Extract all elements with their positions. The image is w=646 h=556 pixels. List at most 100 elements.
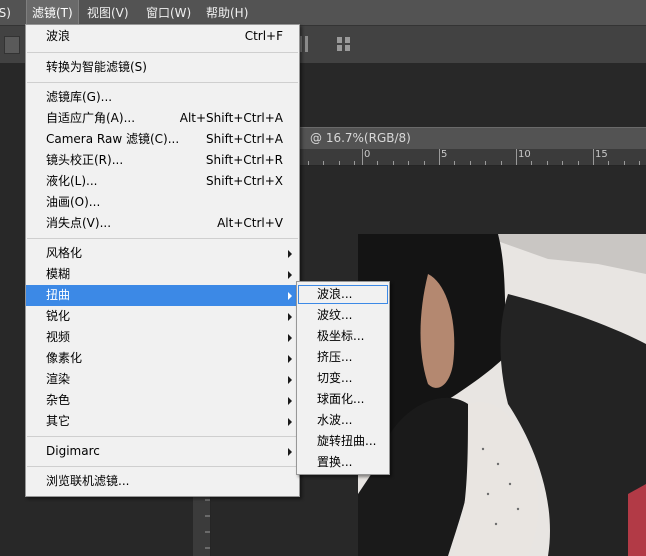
filter-menu: 波浪 Ctrl+F 转换为智能滤镜(S) 滤镜库(G)... 自适应广角(A).… [25,24,300,497]
align-icon[interactable] [305,36,308,52]
menu-item-label: 液化(L)... [46,174,98,188]
menu-item-shortcut: Shift+Ctrl+X [206,174,283,188]
menu-item-label: 渲染 [46,372,71,386]
submenu-arrow-icon [288,397,292,405]
menu-item-blur[interactable]: 模糊 [26,264,299,285]
menu-item-shortcut: Shift+Ctrl+A [206,132,283,146]
menu-help[interactable]: 帮助(H) [206,0,248,25]
menu-item-shortcut: Ctrl+F [244,29,283,43]
menu-item-label: 扭曲 [46,288,71,302]
menu-item-liquify[interactable]: 液化(L)... Shift+Ctrl+X [26,171,299,192]
menu-item-label: 模糊 [46,267,71,281]
ruler-label: 15 [595,149,608,160]
vertical-ruler[interactable] [193,490,211,556]
submenu-item-label: 波纹... [317,308,353,322]
menu-item-label: 波浪 [46,29,71,43]
menu-item-render[interactable]: 渲染 [26,369,299,390]
submenu-item-twirl[interactable]: 旋转扭曲... [297,431,389,452]
submenu-item-label: 水波... [317,413,353,427]
menu-item-label: 风格化 [46,246,83,260]
options-bar-control[interactable] [4,36,20,54]
submenu-item-label: 波浪... [317,287,353,301]
menu-view[interactable]: 视图(V) [87,0,129,25]
menu-item-pixelate[interactable]: 像素化 [26,348,299,369]
distribute-icon[interactable] [336,36,352,52]
menu-bar: (S) 滤镜(T) 视图(V) 窗口(W) 帮助(H) [0,0,646,26]
submenu-item-label: 旋转扭曲... [317,434,377,448]
submenu-item-displace[interactable]: 置换... [297,452,389,473]
submenu-item-shear[interactable]: 切变... [297,368,389,389]
menu-item-distort[interactable]: 扭曲 [26,285,299,306]
photo-illustration [358,234,646,556]
menu-separator [27,52,298,53]
submenu-arrow-icon [288,376,292,384]
menu-item-browse-filters-online[interactable]: 浏览联机滤镜... [26,471,299,492]
menu-item-label: 转换为智能滤镜(S) [46,60,147,74]
menu-item-label: 浏览联机滤镜... [46,474,130,488]
menu-item-video[interactable]: 视频 [26,327,299,348]
menu-item-convert-smart-filter[interactable]: 转换为智能滤镜(S) [26,57,299,78]
menu-window[interactable]: 窗口(W) [146,0,191,25]
submenu-item-polar-coordinates[interactable]: 极坐标... [297,326,389,347]
menu-item-label: 滤镜库(G)... [46,90,113,104]
menu-separator [27,238,298,239]
document-tab-title: @ 16.7%(RGB/8) [310,131,411,145]
menu-item-label: 镜头校正(R)... [46,153,124,167]
menu-item-label: Camera Raw 滤镜(C)... [46,132,180,146]
menu-item-label: 消失点(V)... [46,216,112,230]
menu-item-filter-gallery[interactable]: 滤镜库(G)... [26,87,299,108]
submenu-arrow-icon [288,355,292,363]
menu-item-sharpen[interactable]: 锐化 [26,306,299,327]
menu-item-lens-correction[interactable]: 镜头校正(R)... Shift+Ctrl+R [26,150,299,171]
menu-item-label: Digimarc [46,444,100,458]
menu-separator [27,466,298,467]
submenu-arrow-icon [288,313,292,321]
menu-item-label: 油画(O)... [46,195,101,209]
submenu-arrow-icon [288,418,292,426]
menu-item-shortcut: Alt+Shift+Ctrl+A [179,111,283,125]
menu-item-shortcut: Alt+Ctrl+V [217,216,283,230]
submenu-arrow-icon [288,334,292,342]
submenu-item-label: 切变... [317,371,353,385]
menu-item-other[interactable]: 其它 [26,411,299,432]
toolbar-divider [300,36,302,52]
document-tab[interactable]: @ 16.7%(RGB/8) [300,127,646,150]
document-image[interactable] [358,234,646,556]
menu-item-stylize[interactable]: 风格化 [26,243,299,264]
submenu-arrow-icon [288,292,292,300]
menu-filter[interactable]: 滤镜(T) [26,0,79,26]
menu-item-oil-paint[interactable]: 油画(O)... [26,192,299,213]
submenu-item-pinch[interactable]: 挤压... [297,347,389,368]
submenu-item-spherize[interactable]: 球面化... [297,389,389,410]
ruler-label: 10 [518,149,531,160]
menu-item-label: 像素化 [46,351,83,365]
horizontal-ruler[interactable]: 0 5 10 15 [300,149,646,166]
submenu-item-label: 球面化... [317,392,365,406]
submenu-item-label: 置换... [317,455,353,469]
menu-item-label: 杂色 [46,393,71,407]
submenu-item-zigzag[interactable]: 波纹... [297,305,389,326]
menu-select[interactable]: (S) [0,0,11,25]
menu-item-last-filter[interactable]: 波浪 Ctrl+F [26,26,299,47]
menu-separator [27,436,298,437]
submenu-arrow-icon [288,250,292,258]
menu-item-label: 锐化 [46,309,71,323]
menu-item-digimarc[interactable]: Digimarc [26,441,299,462]
menu-item-label: 自适应广角(A)... [46,111,136,125]
submenu-item-label: 极坐标... [317,329,365,343]
menu-item-adaptive-wide-angle[interactable]: 自适应广角(A)... Alt+Shift+Ctrl+A [26,108,299,129]
menu-item-vanishing-point[interactable]: 消失点(V)... Alt+Ctrl+V [26,213,299,234]
submenu-item-wave[interactable]: 波浪... [297,284,389,305]
menu-item-label: 其它 [46,414,71,428]
distort-submenu: 波浪... 波纹... 极坐标... 挤压... 切变... 球面化... 水波… [296,281,390,475]
menu-separator [27,82,298,83]
submenu-item-ripple[interactable]: 水波... [297,410,389,431]
menu-item-shortcut: Shift+Ctrl+R [205,153,283,167]
menu-item-label: 视频 [46,330,71,344]
submenu-item-label: 挤压... [317,350,353,364]
submenu-arrow-icon [288,271,292,279]
ruler-ticks [205,499,210,549]
menu-item-camera-raw[interactable]: Camera Raw 滤镜(C)... Shift+Ctrl+A [26,129,299,150]
ruler-label: 5 [441,149,448,160]
menu-item-noise[interactable]: 杂色 [26,390,299,411]
